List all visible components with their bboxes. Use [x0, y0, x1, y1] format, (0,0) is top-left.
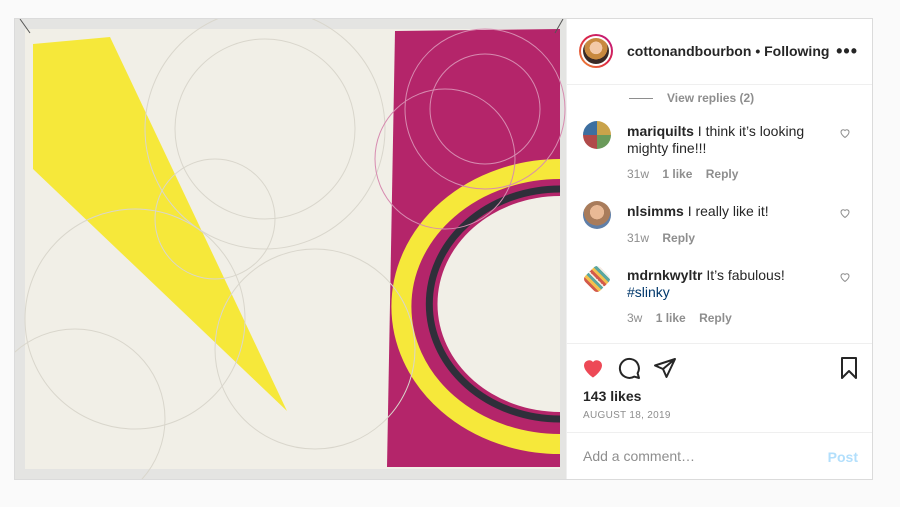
comment-like-icon[interactable]: [839, 207, 851, 219]
comment-bubble-icon[interactable]: [617, 356, 641, 380]
more-options-icon[interactable]: •••: [836, 41, 858, 62]
comment-username[interactable]: nlsimms: [627, 203, 684, 219]
author-username[interactable]: cottonandbourbon: [627, 43, 751, 59]
quilt-image: [15, 19, 566, 479]
view-replies-button[interactable]: View replies (2): [629, 91, 754, 105]
post-sidebar: cottonandbourbon • Following ••• View re…: [566, 19, 872, 479]
comment-message: It’s fabulous!: [706, 267, 785, 283]
comment-age: 31w: [627, 231, 650, 245]
comment-like-icon[interactable]: [839, 127, 851, 139]
comment-meta: 31w Reply: [627, 231, 705, 245]
comment-username[interactable]: mdrnkwyltr: [627, 267, 702, 283]
comment-age: 31w: [627, 167, 650, 181]
comment-item: mariquilts I think it’s looking mighty f…: [583, 121, 863, 181]
heart-filled-icon[interactable]: [581, 356, 605, 380]
comment-avatar[interactable]: [582, 264, 612, 294]
add-comment-bar: Post: [567, 432, 872, 479]
comment-item: mdrnkwyltr It’s fabulous! #slinky 3w 1 l…: [582, 264, 863, 325]
comment-text: nlsimms I really like it!: [627, 203, 827, 220]
paper-plane-icon[interactable]: [653, 356, 677, 380]
comment-hashtag-link[interactable]: #slinky: [627, 284, 670, 300]
post-date: AUGUST 18, 2019: [583, 410, 671, 421]
likes-count[interactable]: 143 likes: [583, 388, 641, 404]
comment-input[interactable]: [581, 443, 815, 469]
instagram-post: cottonandbourbon • Following ••• View re…: [14, 18, 873, 480]
replies-line: [629, 98, 653, 100]
comment-reply-button[interactable]: Reply: [706, 167, 739, 181]
post-actions: 143 likes AUGUST 18, 2019 Post: [567, 343, 872, 479]
post-header: cottonandbourbon • Following •••: [567, 19, 872, 85]
comment-avatar[interactable]: [583, 201, 611, 229]
author-avatar[interactable]: [579, 34, 613, 68]
bookmark-icon[interactable]: [837, 356, 861, 380]
comments-list: View replies (2) mariquilts I think it’s…: [567, 85, 872, 343]
following-button[interactable]: Following: [764, 43, 829, 59]
comment-reply-button[interactable]: Reply: [662, 231, 695, 245]
comment-reply-button[interactable]: Reply: [699, 311, 732, 325]
comment-meta: 3w 1 like Reply: [627, 311, 742, 325]
comment-item: nlsimms I really like it! 31w Reply: [583, 201, 863, 247]
comment-likes-count[interactable]: 1 like: [662, 167, 692, 181]
comment-message: I really like it!: [687, 203, 769, 219]
author-line: cottonandbourbon • Following: [627, 43, 829, 59]
post-image-quilt[interactable]: [15, 19, 566, 479]
separator-dot: •: [755, 43, 761, 59]
comment-like-icon[interactable]: [839, 271, 851, 283]
post-comment-button[interactable]: Post: [828, 449, 858, 465]
comment-username[interactable]: mariquilts: [627, 123, 694, 139]
comment-text: mariquilts I think it’s looking mighty f…: [627, 123, 827, 157]
comment-age: 3w: [627, 311, 643, 325]
comment-likes-count[interactable]: 1 like: [656, 311, 686, 325]
comment-text: mdrnkwyltr It’s fabulous! #slinky: [627, 267, 827, 301]
comment-meta: 31w 1 like Reply: [627, 167, 748, 181]
comment-avatar[interactable]: [583, 121, 611, 149]
